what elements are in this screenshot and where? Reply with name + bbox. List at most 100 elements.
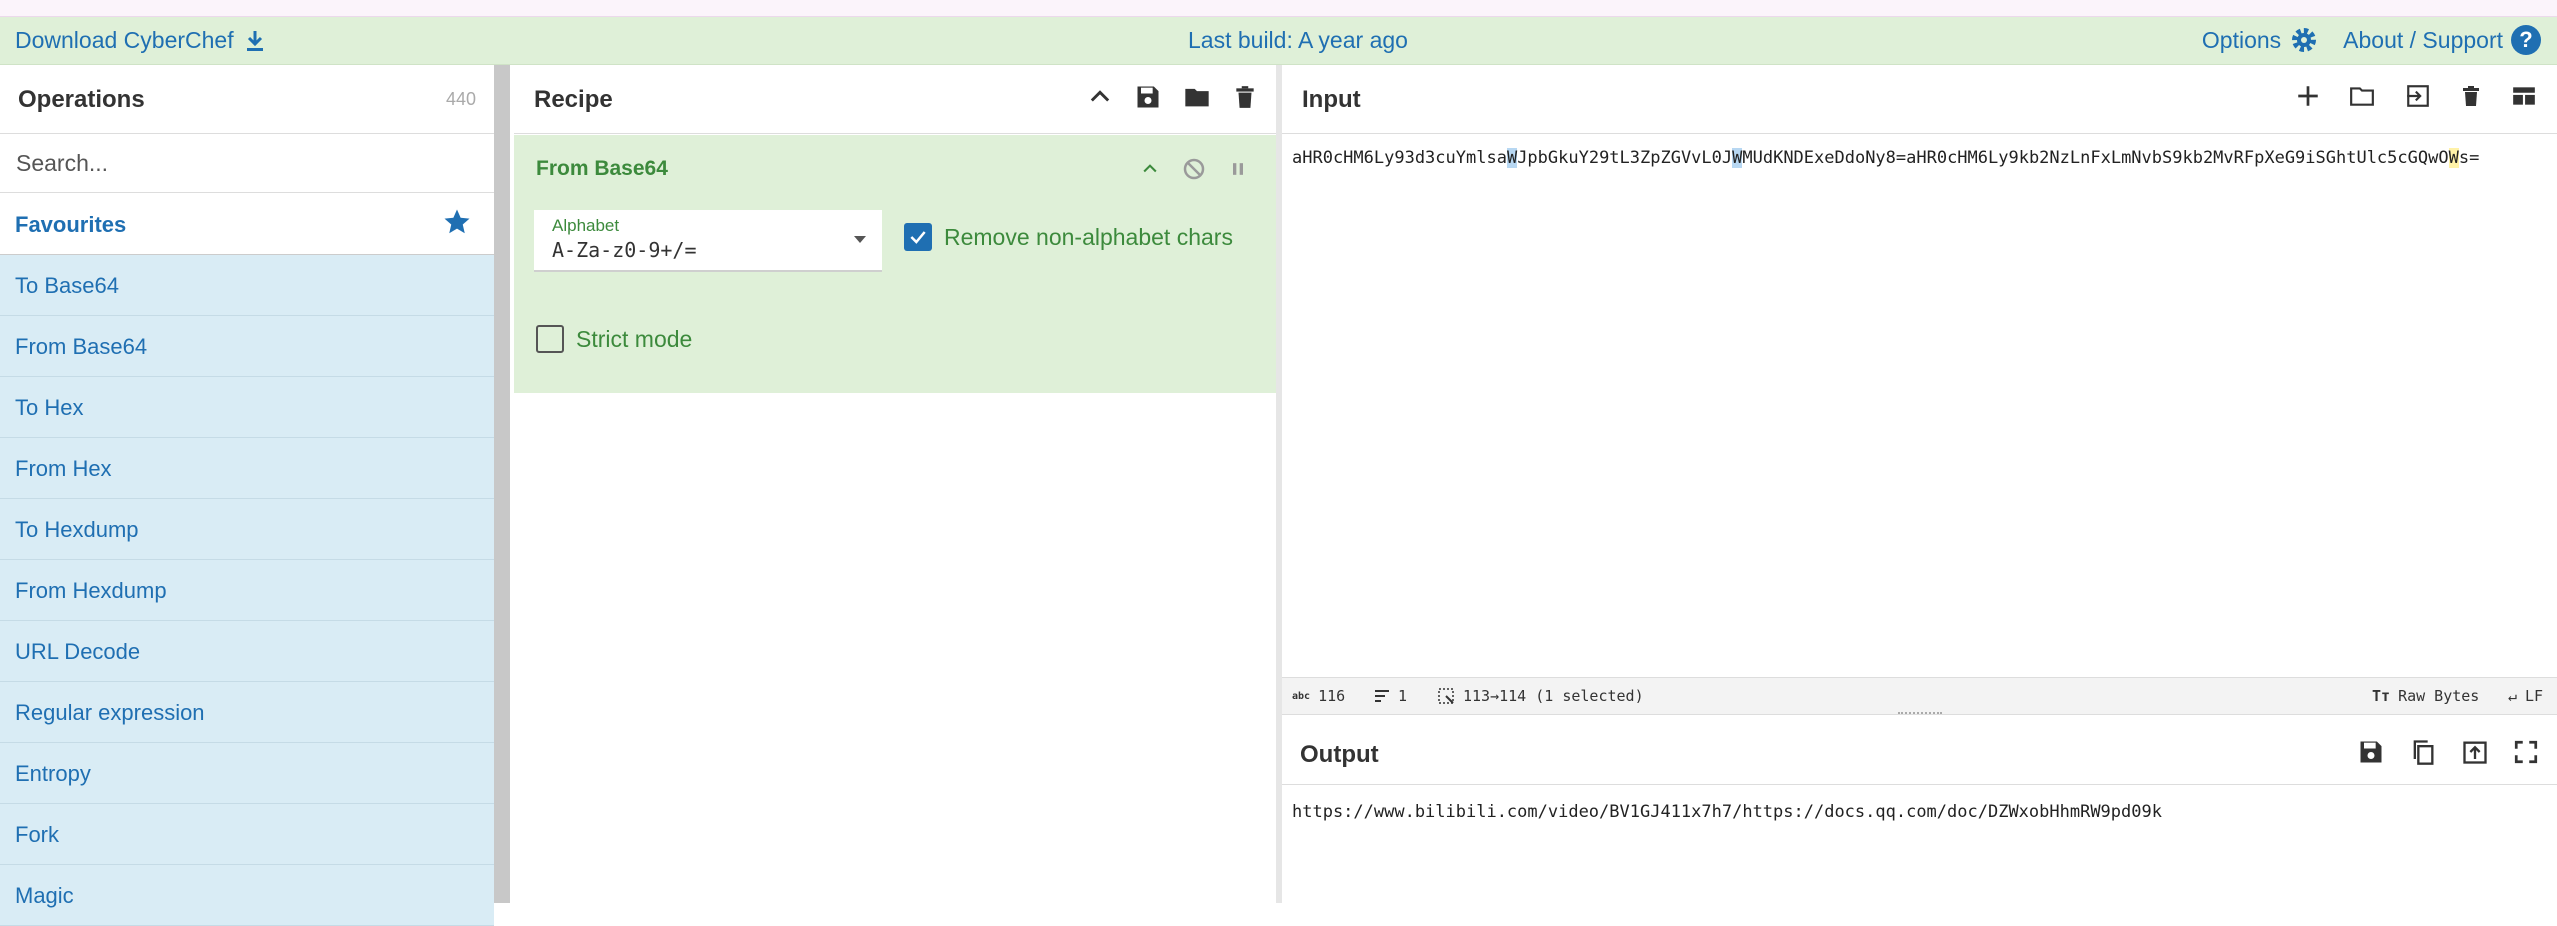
options-link[interactable]: Options	[2202, 25, 2319, 55]
download-link[interactable]: Download CyberChef	[15, 27, 266, 54]
save-icon[interactable]	[2357, 738, 2385, 766]
operation-item-label[interactable]: To Hexdump	[15, 517, 139, 543]
remove-non-alphabet-label[interactable]: Remove non-alphabet chars	[944, 224, 1233, 251]
input-text-segment: MUdKNDExeDdoNy8=aHR0cHM6Ly9kb2NzLnFxLmNv…	[1742, 148, 2408, 168]
input-title: Input	[1302, 86, 1361, 113]
alphabet-label: Alphabet	[552, 216, 620, 235]
operation-item-label[interactable]: Regular expression	[15, 700, 205, 726]
add-tab-icon[interactable]	[2295, 83, 2321, 109]
pause-icon[interactable]	[1228, 159, 1248, 179]
alphabet-value[interactable]: A-Za-z0-9+/=	[552, 238, 697, 262]
input-header: Input	[1282, 65, 2557, 134]
input-text-segment: GQwO	[2407, 148, 2449, 168]
save-icon[interactable]	[1134, 83, 1162, 111]
disable-icon[interactable]	[1182, 157, 1206, 181]
download-icon[interactable]	[244, 29, 266, 53]
line-count: 1	[1398, 687, 1408, 705]
trash-icon[interactable]	[1232, 83, 1258, 111]
open-folder-icon[interactable]	[2347, 83, 2377, 109]
output-title: Output	[1300, 741, 1379, 768]
chevron-up-icon[interactable]	[1140, 159, 1160, 179]
last-build: Last build: A year ago	[1188, 27, 1408, 53]
layout-icon[interactable]	[2509, 83, 2539, 109]
operation-item-label[interactable]: Fork	[15, 822, 59, 848]
star-icon[interactable]	[442, 207, 472, 237]
input-selection: W	[2448, 148, 2459, 168]
abc-icon: abc	[1292, 690, 1311, 702]
input-status-bar: abc 116 1 113→114 (1 selected) Tт Raw By…	[1282, 677, 2557, 715]
remove-non-alphabet-checkbox[interactable]	[904, 223, 932, 251]
replace-input-icon[interactable]	[2461, 738, 2489, 766]
operation-item-label[interactable]: URL Decode	[15, 639, 140, 665]
operation-item[interactable]: Magic	[0, 865, 494, 926]
download-label[interactable]: Download CyberChef	[15, 27, 234, 54]
panel-resizer[interactable]	[494, 65, 510, 903]
operation-item[interactable]: URL Decode	[0, 621, 494, 682]
about-link[interactable]: About / Support ?	[2343, 25, 2541, 55]
output-text[interactable]: https://www.bilibili.com/video/BV1GJ411x…	[1292, 798, 2162, 826]
operation-item-label[interactable]: Entropy	[15, 761, 91, 787]
help-icon[interactable]: ?	[2511, 25, 2541, 55]
operation-item[interactable]: From Hex	[0, 438, 494, 499]
input-text-segment: JpbGkuY29tL3ZpZGVvL0J	[1517, 148, 1733, 168]
operation-item-label[interactable]: From Hex	[15, 456, 112, 482]
operation-item[interactable]: From Base64	[0, 316, 494, 377]
operation-item-label[interactable]: To Hex	[15, 395, 83, 421]
operation-item[interactable]: To Base64	[0, 255, 494, 316]
eol-icon[interactable]: ↵	[2508, 687, 2517, 705]
operation-item[interactable]: To Hex	[0, 377, 494, 438]
input-highlight-match: W	[1732, 148, 1743, 168]
encoding-label[interactable]: Raw Bytes	[2398, 687, 2479, 705]
top-strip	[0, 0, 2557, 17]
chevron-up-icon[interactable]	[1086, 83, 1114, 111]
caret-down-icon[interactable]	[854, 236, 866, 243]
output-panel: Output https://www.bilibili.com/video/BV…	[1282, 716, 2557, 903]
operation-item-label[interactable]: To Base64	[15, 273, 119, 299]
text-size-icon[interactable]: Tт	[2372, 687, 2390, 705]
eol-label[interactable]: LF	[2525, 687, 2543, 705]
operations-title: Operations	[18, 86, 145, 113]
recipe-panel: Recipe From Base64 Alphabet A-Za-z0-9+/=…	[514, 65, 1276, 903]
selection-range: 113→114 (1 selected)	[1463, 687, 1644, 705]
operation-item[interactable]: Entropy	[0, 743, 494, 804]
recipe-header: Recipe	[514, 65, 1276, 134]
remove-non-alphabet-option[interactable]: Remove non-alphabet chars	[904, 223, 1233, 251]
operation-item[interactable]: To Hexdump	[0, 499, 494, 560]
trash-icon[interactable]	[2459, 83, 2483, 109]
char-count: 116	[1318, 687, 1346, 705]
favourites-label[interactable]: Favourites	[15, 212, 126, 238]
input-text-segment: aHR0cHM6Ly93d3cuYmlsa	[1292, 148, 1507, 168]
operations-panel: Operations 440 Favourites To Base64 From…	[0, 65, 494, 926]
about-label[interactable]: About / Support	[2343, 27, 2503, 54]
options-label[interactable]: Options	[2202, 27, 2281, 54]
operations-header: Operations 440	[0, 65, 494, 134]
favourites-category[interactable]: Favourites	[0, 193, 494, 255]
folder-icon[interactable]	[1182, 83, 1212, 111]
operation-item-label[interactable]: From Hexdump	[15, 578, 167, 604]
open-file-icon[interactable]	[2403, 83, 2433, 109]
maximise-icon[interactable]	[2513, 739, 2539, 765]
top-banner: Download CyberChef Last build: A year ag…	[0, 17, 2557, 65]
input-text-segment: s=	[2458, 148, 2480, 168]
strict-mode-label[interactable]: Strict mode	[576, 326, 692, 353]
output-header: Output	[1282, 716, 2557, 785]
strict-mode-checkbox[interactable]	[536, 325, 564, 353]
alphabet-select[interactable]: Alphabet A-Za-z0-9+/=	[534, 210, 882, 272]
recipe-operation-title: From Base64	[536, 157, 668, 180]
operation-item[interactable]: Fork	[0, 804, 494, 865]
copy-icon[interactable]	[2409, 738, 2437, 766]
selection-icon	[1438, 688, 1454, 704]
recipe-operation-card[interactable]: From Base64 Alphabet A-Za-z0-9+/= Remove…	[514, 135, 1276, 393]
recipe-title: Recipe	[534, 86, 613, 113]
search-input[interactable]	[14, 144, 478, 182]
input-textarea[interactable]: aHR0cHM6Ly93d3cuYmlsaWJpbGkuY29tL3ZpZGVv…	[1292, 144, 2547, 172]
operation-item-label[interactable]: From Base64	[15, 334, 147, 360]
strict-mode-option[interactable]: Strict mode	[536, 325, 692, 353]
input-highlight-match: W	[1506, 148, 1518, 168]
operation-item[interactable]: From Hexdump	[0, 560, 494, 621]
operation-item-label[interactable]: Magic	[15, 883, 74, 909]
gear-icon[interactable]	[2289, 25, 2319, 55]
operation-item[interactable]: Regular expression	[0, 682, 494, 743]
operations-count: 440	[445, 89, 476, 109]
input-panel: Input aHR0cHM6Ly93d3cuYmlsaWJpbGkuY29tL3…	[1282, 65, 2557, 677]
